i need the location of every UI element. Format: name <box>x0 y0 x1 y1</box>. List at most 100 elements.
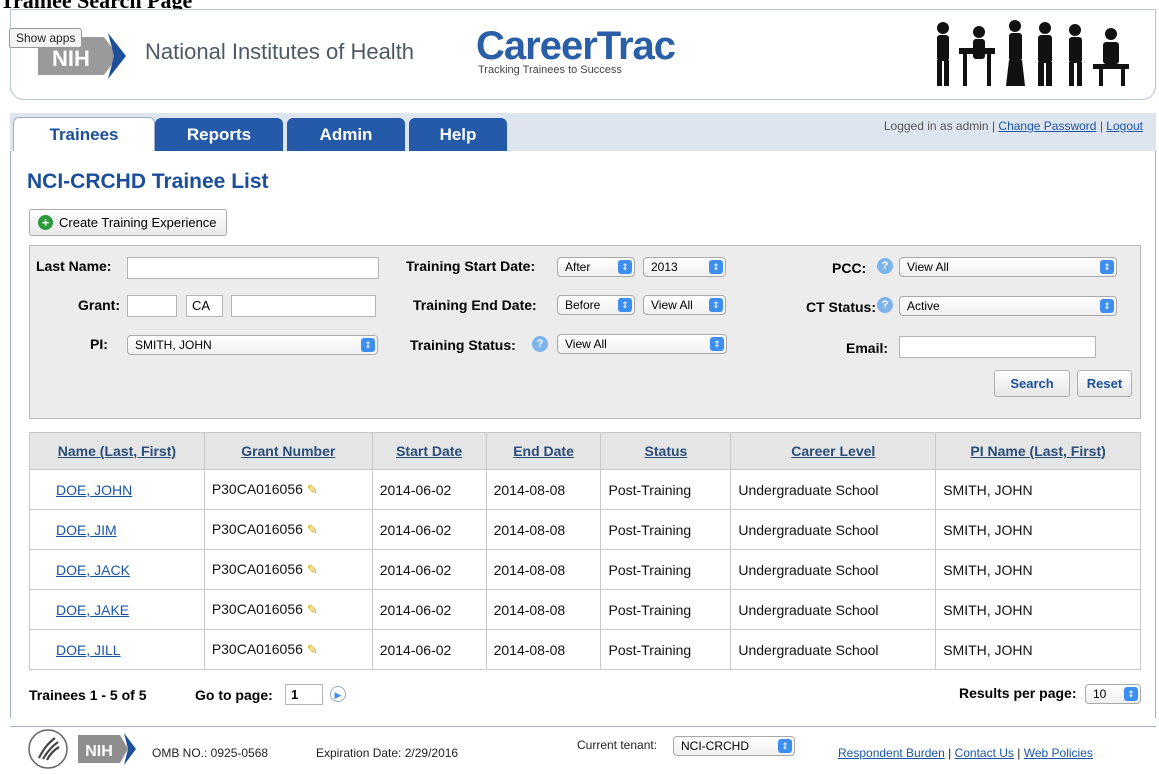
column-header-name[interactable]: Name (Last, First) <box>29 432 205 470</box>
pencil-icon[interactable]: ✎ <box>307 642 318 658</box>
start-date-year-select[interactable]: 2013 ⇕ <box>643 257 726 277</box>
create-training-experience-button[interactable]: + Create Training Experience <box>29 209 227 236</box>
show-apps-button[interactable]: Show apps <box>9 28 83 48</box>
start-date-cell: 2014-06-02 <box>371 469 487 510</box>
expiration-date: Expiration Date: 2/29/2016 <box>316 746 459 760</box>
start-date-cell: 2014-06-02 <box>371 629 487 670</box>
grant-activity-input[interactable] <box>127 295 177 317</box>
trainee-name-link[interactable]: DOE, JILL <box>56 642 121 658</box>
chevron-updown-icon: ⇕ <box>361 338 375 352</box>
chevron-updown-icon: ⇕ <box>1100 299 1114 313</box>
table-row: DOE, JILL P30CA016056 ✎ 2014-06-02 2014-0… <box>29 629 1141 670</box>
tenant-label: Current tenant: <box>577 738 658 752</box>
name-cell: DOE, JIM <box>29 509 205 550</box>
tenant-select[interactable]: NCI-CRCHD ⇕ <box>673 736 795 756</box>
trainee-name-link[interactable]: DOE, JIM <box>56 522 117 538</box>
end-date-year-select[interactable]: View All ⇕ <box>643 295 726 315</box>
name-cell: DOE, JAKE <box>29 589 205 630</box>
end-date-operator-select[interactable]: Before ⇕ <box>557 295 635 315</box>
grant-serial-input[interactable] <box>231 295 376 317</box>
page-number-input[interactable]: 1 <box>285 684 323 705</box>
email-label: Email: <box>846 340 889 356</box>
pi-name-cell: SMITH, JOHN <box>935 629 1141 670</box>
name-cell: DOE, JOHN <box>29 469 205 510</box>
pencil-icon[interactable]: ✎ <box>307 522 318 538</box>
create-button-label: Create Training Experience <box>59 215 217 230</box>
status-cell: Post-Training <box>600 589 732 630</box>
start-date-operator-select[interactable]: After ⇕ <box>557 257 635 277</box>
respondent-burden-link[interactable]: Respondent Burden <box>838 746 945 760</box>
logout-link[interactable]: Logout <box>1106 119 1143 133</box>
nih-logo-text: NIH <box>52 46 90 71</box>
column-header-end-date[interactable]: End Date <box>485 432 602 470</box>
table-row: DOE, JACK P30CA016056 ✎ 2014-06-02 2014-0… <box>29 549 1141 590</box>
trainee-name-link[interactable]: DOE, JOHN <box>56 482 132 498</box>
results-summary: Trainees 1 - 5 of 5 <box>29 687 147 703</box>
end-date-cell: 2014-08-08 <box>485 589 602 630</box>
column-header-status[interactable]: Status <box>600 432 732 470</box>
chevron-updown-icon: ⇕ <box>709 298 723 312</box>
end-date-cell: 2014-08-08 <box>485 629 602 670</box>
pencil-icon[interactable]: ✎ <box>307 482 318 498</box>
start-date-cell: 2014-06-02 <box>371 549 487 590</box>
table-row: DOE, JAKE P30CA016056 ✎ 2014-06-02 2014-0… <box>29 589 1141 630</box>
go-arrow-icon[interactable]: ▶ <box>330 686 346 702</box>
people-silhouettes-image <box>937 20 1129 86</box>
trainee-name-link[interactable]: DOE, JACK <box>56 562 130 578</box>
ct-status-select[interactable]: Active ⇕ <box>899 296 1117 316</box>
tab-trainees[interactable]: Trainees <box>13 117 155 154</box>
last-name-input[interactable] <box>127 257 379 279</box>
results-per-page-label: Results per page: <box>959 685 1077 701</box>
career-level-cell: Undergraduate School <box>730 469 937 510</box>
results-per-page-select[interactable]: 10 ⇕ <box>1085 684 1141 704</box>
status-cell: Post-Training <box>600 549 732 590</box>
tenant-select-value: NCI-CRCHD <box>681 739 749 753</box>
help-icon[interactable]: ? <box>877 297 893 313</box>
pcc-select[interactable]: View All ⇕ <box>899 257 1117 277</box>
trainee-name-link[interactable]: DOE, JAKE <box>56 602 129 618</box>
pcc-label: PCC: <box>832 260 867 276</box>
training-status-value: View All <box>565 337 607 351</box>
email-input[interactable] <box>899 336 1096 358</box>
login-status: Logged in as admin <box>883 119 989 133</box>
web-policies-link[interactable]: Web Policies <box>1024 746 1093 760</box>
pi-label: PI: <box>90 336 108 352</box>
end-date-cell: 2014-08-08 <box>485 469 602 510</box>
start-date-cell: 2014-06-02 <box>371 589 487 630</box>
column-header-career-level[interactable]: Career Level <box>730 432 937 470</box>
start-date-operator-value: After <box>565 260 591 274</box>
pi-select[interactable]: SMITH, JOHN ⇕ <box>127 335 378 355</box>
column-header-pi-name[interactable]: PI Name (Last, First) <box>935 432 1141 470</box>
training-status-label: Training Status: <box>410 337 516 353</box>
column-header-grant-number[interactable]: Grant Number <box>203 432 373 470</box>
change-password-link[interactable]: Change Password <box>998 119 1096 133</box>
start-date-year-value: 2013 <box>651 260 678 274</box>
contact-us-link[interactable]: Contact Us <box>955 746 1014 760</box>
tab-reports[interactable]: Reports <box>155 118 283 152</box>
pencil-icon[interactable]: ✎ <box>307 602 318 618</box>
login-separator: | <box>1099 119 1103 133</box>
chevron-updown-icon: ⇕ <box>1124 687 1138 701</box>
grant-number: P30CA016056 <box>211 641 303 657</box>
training-start-date-label: Training Start Date: <box>406 258 536 274</box>
grant-cell: P30CA016056 ✎ <box>203 589 373 630</box>
search-button[interactable]: Search <box>994 370 1070 397</box>
help-icon[interactable]: ? <box>877 258 893 274</box>
tab-help[interactable]: Help <box>409 118 507 152</box>
pi-name-cell: SMITH, JOHN <box>935 469 1141 510</box>
tab-admin[interactable]: Admin <box>287 118 405 152</box>
training-status-select[interactable]: View All ⇕ <box>557 334 727 354</box>
career-level-cell: Undergraduate School <box>730 509 937 550</box>
chevron-updown-icon: ⇕ <box>710 337 724 351</box>
pi-select-value: SMITH, JOHN <box>135 338 212 352</box>
end-date-year-value: View All <box>651 298 693 312</box>
help-icon[interactable]: ? <box>532 336 548 352</box>
reset-button[interactable]: Reset <box>1077 370 1132 397</box>
grant-institute-input[interactable]: CA <box>186 295 223 317</box>
pencil-icon[interactable]: ✎ <box>307 562 318 578</box>
chevron-updown-icon: ⇕ <box>709 260 723 274</box>
column-header-start-date[interactable]: Start Date <box>371 432 487 470</box>
career-level-cell: Undergraduate School <box>730 589 937 630</box>
grant-number: P30CA016056 <box>211 601 303 617</box>
grant-cell: P30CA016056 ✎ <box>203 509 373 550</box>
